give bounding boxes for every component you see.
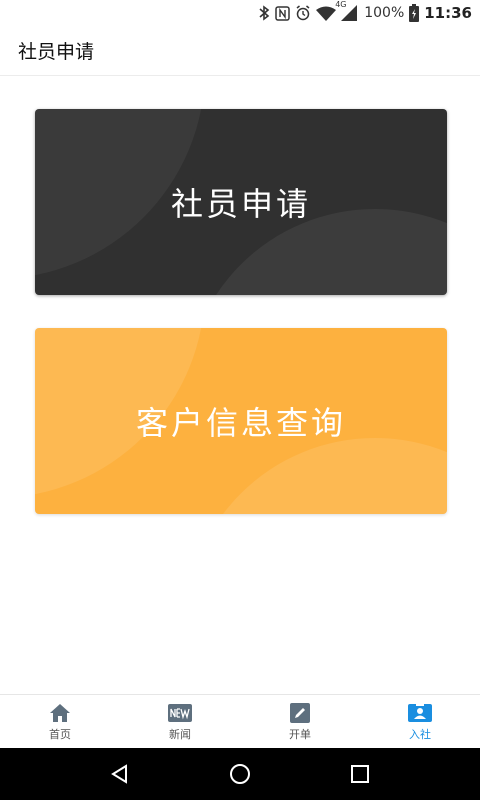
- signal-icon: 4G: [335, 0, 359, 22]
- page-title: 社员申请: [18, 41, 95, 63]
- member-application-card[interactable]: 社员申请: [35, 109, 447, 295]
- customer-info-query-card[interactable]: 客户信息查询: [35, 328, 447, 514]
- battery-charging-icon: [409, 4, 420, 22]
- new-badge-icon: [168, 702, 192, 724]
- nav-item-home[interactable]: 首页: [0, 695, 120, 748]
- nav-label: 首页: [49, 727, 71, 741]
- pencil-icon: [288, 702, 312, 724]
- nav-item-create-order[interactable]: 开单: [240, 695, 360, 748]
- nav-label: 新闻: [169, 727, 191, 741]
- nav-item-news[interactable]: 新闻: [120, 695, 240, 748]
- member-application-label: 社员申请: [170, 185, 311, 223]
- nav-item-join[interactable]: 入社: [360, 695, 480, 748]
- status-bar: 4G 100% 11:36: [0, 0, 480, 26]
- bluetooth-icon: [258, 4, 270, 22]
- wifi-icon: [316, 4, 337, 22]
- recent-apps-icon[interactable]: [340, 754, 380, 794]
- nav-label: 入社: [409, 727, 431, 741]
- nav-label: 开单: [289, 727, 311, 741]
- home-circle-icon[interactable]: [220, 754, 260, 794]
- bottom-nav: 首页 新闻 开单 入社: [0, 694, 480, 748]
- customer-info-query-label: 客户信息查询: [135, 404, 346, 442]
- network-type: 4G: [335, 0, 347, 9]
- system-nav-bar: [0, 748, 480, 800]
- id-card-icon: [408, 702, 432, 724]
- card-decoration: [185, 438, 447, 514]
- home-icon: [48, 702, 72, 724]
- nfc-icon: [275, 4, 290, 22]
- battery-percent: 100%: [364, 5, 405, 21]
- alarm-icon: [295, 4, 311, 22]
- title-bar: 社员申请: [0, 26, 480, 76]
- app-screen: 4G 100% 11:36 社员申请 社员申请 客户信息查询 首页 新闻 开单 …: [0, 0, 480, 800]
- clock: 11:36: [424, 4, 472, 22]
- back-icon[interactable]: [100, 754, 140, 794]
